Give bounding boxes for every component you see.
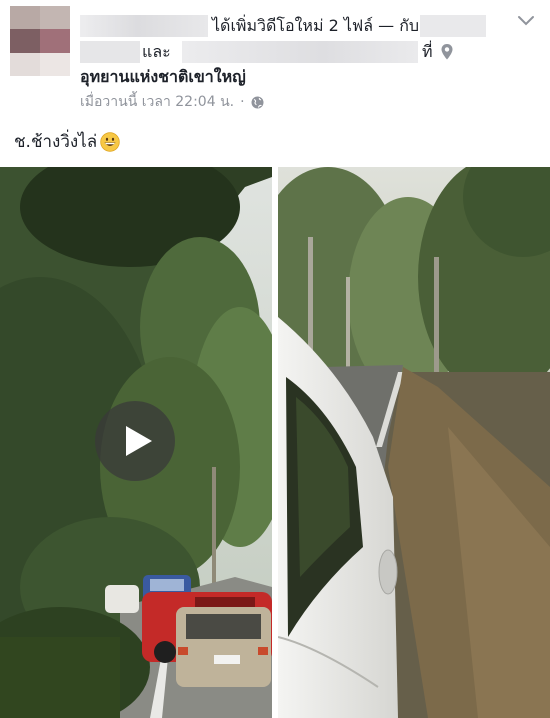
avatar[interactable] [10,6,70,76]
chevron-down-icon[interactable] [516,14,536,28]
post-caption: ช.ช้างวิ่งไล่ [14,128,120,155]
map-pin-icon [441,44,453,60]
location-link[interactable]: อุทยานแห่งชาติเขาใหญ่ [80,65,246,90]
tag-conjunction: และ [142,42,171,61]
redacted-tagged-user [182,41,418,63]
video-thumbnail-2[interactable] [278,167,550,718]
location-prefix: ที่ [422,42,433,61]
grinning-face-emoji-icon [100,131,120,152]
globe-icon[interactable] [251,96,264,109]
redacted-name [80,15,208,37]
play-icon[interactable] [95,401,175,481]
redacted-tagged-user [80,41,140,63]
video-thumbnail-1[interactable] [0,167,272,718]
caption-text: ช.ช้างวิ่งไล่ [14,132,98,152]
post-meta: เมื่อวานนี้ เวลา 22:04 น. · [80,92,264,112]
post-headline: ได้เพิ่มวิดีโอใหม่ 2 ไฟล์ — กับ [212,16,420,35]
video-grid [0,167,550,718]
redacted-tagged-user [420,15,486,37]
meta-separator: · [240,94,245,110]
timestamp[interactable]: เมื่อวานนี้ เวลา 22:04 น. [80,91,234,113]
video-post: ได้เพิ่มวิดีโอใหม่ 2 ไฟล์ — กับ และ ที่ … [0,0,550,718]
